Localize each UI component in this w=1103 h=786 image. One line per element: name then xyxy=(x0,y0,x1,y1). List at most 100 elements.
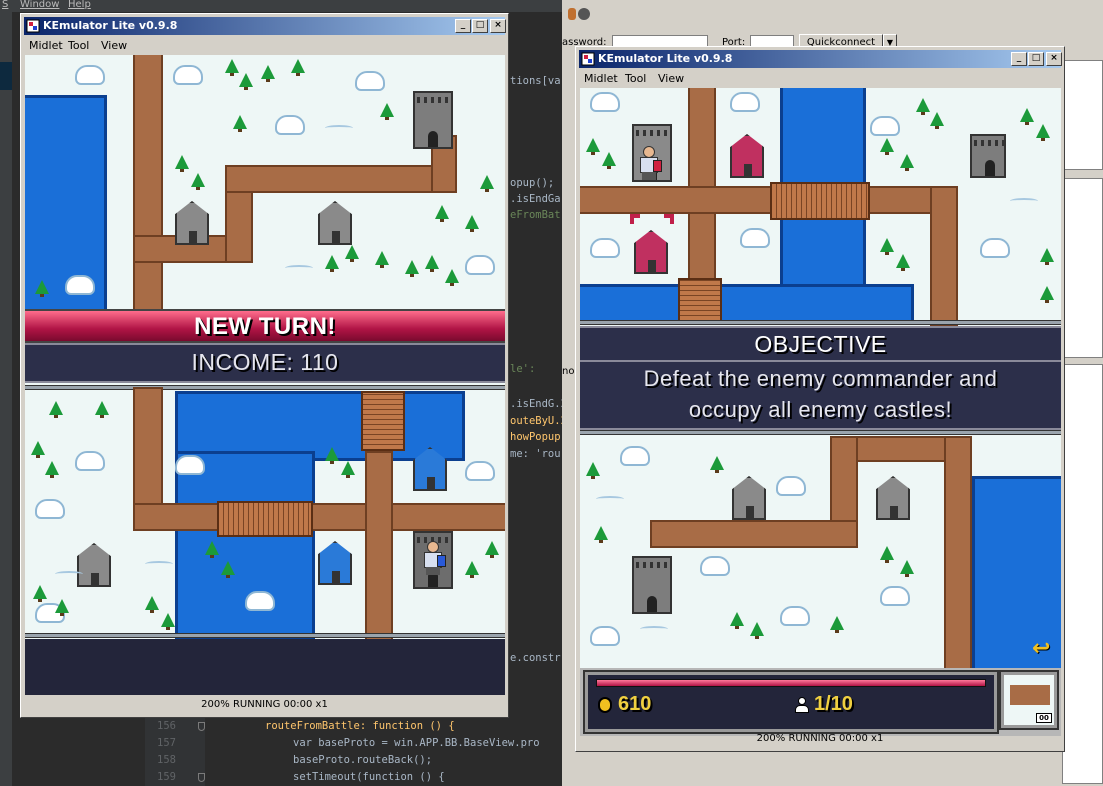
menu-tool[interactable]: Tool xyxy=(68,39,89,52)
snow-rock xyxy=(35,499,65,519)
village-neutral[interactable] xyxy=(175,201,209,245)
bridge xyxy=(770,182,870,220)
menu-view[interactable]: View xyxy=(658,72,684,85)
snow-rock xyxy=(776,476,806,496)
road xyxy=(930,186,958,326)
snow-rock xyxy=(173,65,203,85)
local-tree-pane[interactable] xyxy=(1062,178,1103,358)
menu-tool[interactable]: Tool xyxy=(625,72,646,85)
fold-marker-icon[interactable] xyxy=(198,722,205,731)
objective-title: OBJECTIVE xyxy=(754,331,887,357)
pine-tree xyxy=(830,616,844,633)
pine-tree xyxy=(405,260,419,277)
pine-tree xyxy=(594,526,608,543)
ide-tool-strip-selection xyxy=(0,62,12,90)
road xyxy=(365,451,393,641)
menu-midlet[interactable]: Midlet xyxy=(29,39,63,52)
menu-view[interactable]: View xyxy=(101,39,127,52)
banner-title: NEW TURN! xyxy=(194,313,336,340)
ide-menu-item[interactable]: Window xyxy=(20,0,59,10)
pine-tree xyxy=(325,255,339,272)
ide-menu-item[interactable]: Help xyxy=(68,0,91,10)
code-fragment: le': xyxy=(510,363,536,375)
minimap[interactable]: 00 xyxy=(999,670,1059,730)
close-button[interactable]: × xyxy=(1046,52,1062,66)
pine-tree xyxy=(435,205,449,222)
hud-health-bar xyxy=(596,679,986,687)
fold-marker-icon[interactable] xyxy=(198,773,205,782)
local-file-list[interactable] xyxy=(1062,364,1103,784)
pine-tree xyxy=(1040,286,1054,303)
village-neutral[interactable] xyxy=(732,476,766,520)
commander-unit[interactable] xyxy=(420,541,446,575)
game-screen[interactable]: OBJECTIVE Defeat the enemy commander and… xyxy=(580,88,1061,736)
emulator-titlebar[interactable]: KEmulator Lite v0.9.8 _ □ × xyxy=(579,50,1062,68)
pine-tree xyxy=(375,251,389,268)
divider xyxy=(580,430,1061,435)
ide-tool-strip xyxy=(0,12,12,786)
snow-rock xyxy=(465,461,495,481)
pine-tree xyxy=(33,585,47,602)
snow-rock xyxy=(275,115,305,135)
map-top xyxy=(580,88,1061,326)
transfer-icon[interactable] xyxy=(568,8,576,20)
emulator-titlebar[interactable]: KEmulator Lite v0.9.8 _ □ × xyxy=(24,17,506,35)
binoculars-icon[interactable] xyxy=(578,8,590,20)
maximize-button[interactable]: □ xyxy=(472,19,488,33)
snow-rock xyxy=(245,591,275,611)
snow-drift xyxy=(55,571,83,577)
pine-tree xyxy=(465,215,479,232)
snow-rock xyxy=(465,255,495,275)
pine-tree xyxy=(1020,108,1034,125)
game-screen[interactable]: NEW TURN! INCOME: 110 xyxy=(25,55,505,695)
app-icon xyxy=(581,52,595,66)
pine-tree xyxy=(345,245,359,262)
village-player[interactable] xyxy=(318,541,352,585)
pine-tree xyxy=(586,462,600,479)
pine-tree xyxy=(145,596,159,613)
minimap-road xyxy=(1010,685,1050,705)
snow-rock xyxy=(780,606,810,626)
empty-hud-bar xyxy=(25,639,505,695)
snow-rock xyxy=(980,238,1010,258)
pine-tree xyxy=(225,59,239,76)
village-neutral[interactable] xyxy=(77,543,111,587)
map-top xyxy=(25,55,505,315)
pine-tree xyxy=(586,138,600,155)
minimize-button[interactable]: _ xyxy=(1011,52,1027,66)
village-enemy[interactable] xyxy=(730,134,764,178)
pine-tree xyxy=(1040,248,1054,265)
ide-menu-item[interactable]: S xyxy=(2,0,8,10)
code-line: routeFromBattle: function () { xyxy=(265,720,455,732)
back-arrow-icon[interactable]: ↩ xyxy=(1032,638,1058,660)
line-number: 158 xyxy=(157,754,176,766)
enemy-commander-unit[interactable] xyxy=(636,146,662,180)
code-line: var baseProto = win.APP.BB.BaseView.pro xyxy=(293,737,540,749)
line-number: 156 xyxy=(157,720,176,732)
pine-tree xyxy=(730,612,744,629)
castle-neutral[interactable] xyxy=(413,91,453,149)
pine-tree xyxy=(175,155,189,172)
road xyxy=(580,186,956,214)
pine-tree xyxy=(341,461,355,478)
emulator-menubar: Midlet Tool View xyxy=(24,36,505,54)
pine-tree xyxy=(191,173,205,190)
minimize-button[interactable]: _ xyxy=(455,19,471,33)
menu-midlet[interactable]: Midlet xyxy=(584,72,618,85)
pine-tree xyxy=(161,613,175,630)
hud-panel: 610 1/10 xyxy=(583,670,999,734)
pine-tree xyxy=(95,401,109,418)
pine-tree xyxy=(239,73,253,90)
village-neutral[interactable] xyxy=(876,476,910,520)
road xyxy=(225,165,455,193)
road xyxy=(650,520,858,548)
close-button[interactable]: × xyxy=(490,19,506,33)
snow-rock xyxy=(870,116,900,136)
maximize-button[interactable]: □ xyxy=(1028,52,1044,66)
castle-neutral[interactable] xyxy=(632,556,672,614)
pine-tree xyxy=(31,441,45,458)
pine-tree xyxy=(930,112,944,129)
village-neutral[interactable] xyxy=(318,201,352,245)
castle-neutral[interactable] xyxy=(970,134,1006,178)
village-enemy[interactable] xyxy=(634,230,668,274)
